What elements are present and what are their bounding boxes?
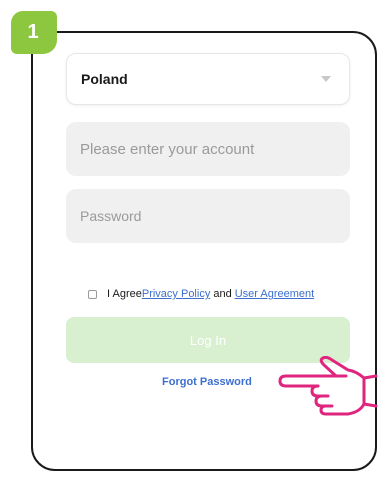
agreement-prefix: I Agree [107,288,142,300]
agreement-row: I Agree Privacy Policy and User Agreemen… [88,288,314,300]
login-button-label: Log In [189,332,227,348]
account-input[interactable] [66,122,350,176]
agreement-and-text: and [213,288,232,300]
step-number: 1 [27,21,39,43]
user-agreement-link[interactable]: User Agreement [235,288,314,300]
privacy-policy-link[interactable]: Privacy Policy [142,288,210,300]
chevron-down-icon [321,76,331,82]
forgot-password-link[interactable]: Forgot Password [162,376,252,388]
agreement-checkbox[interactable] [88,289,97,299]
country-selected-value: Poland [81,71,128,87]
pointing-hand-icon [278,356,378,416]
step-number-badge: 1 [11,11,57,54]
country-select[interactable]: Poland [66,53,350,105]
instruction-image: 1 Poland I Agree Privacy Policy and User… [0,0,383,478]
password-input[interactable] [66,189,350,243]
